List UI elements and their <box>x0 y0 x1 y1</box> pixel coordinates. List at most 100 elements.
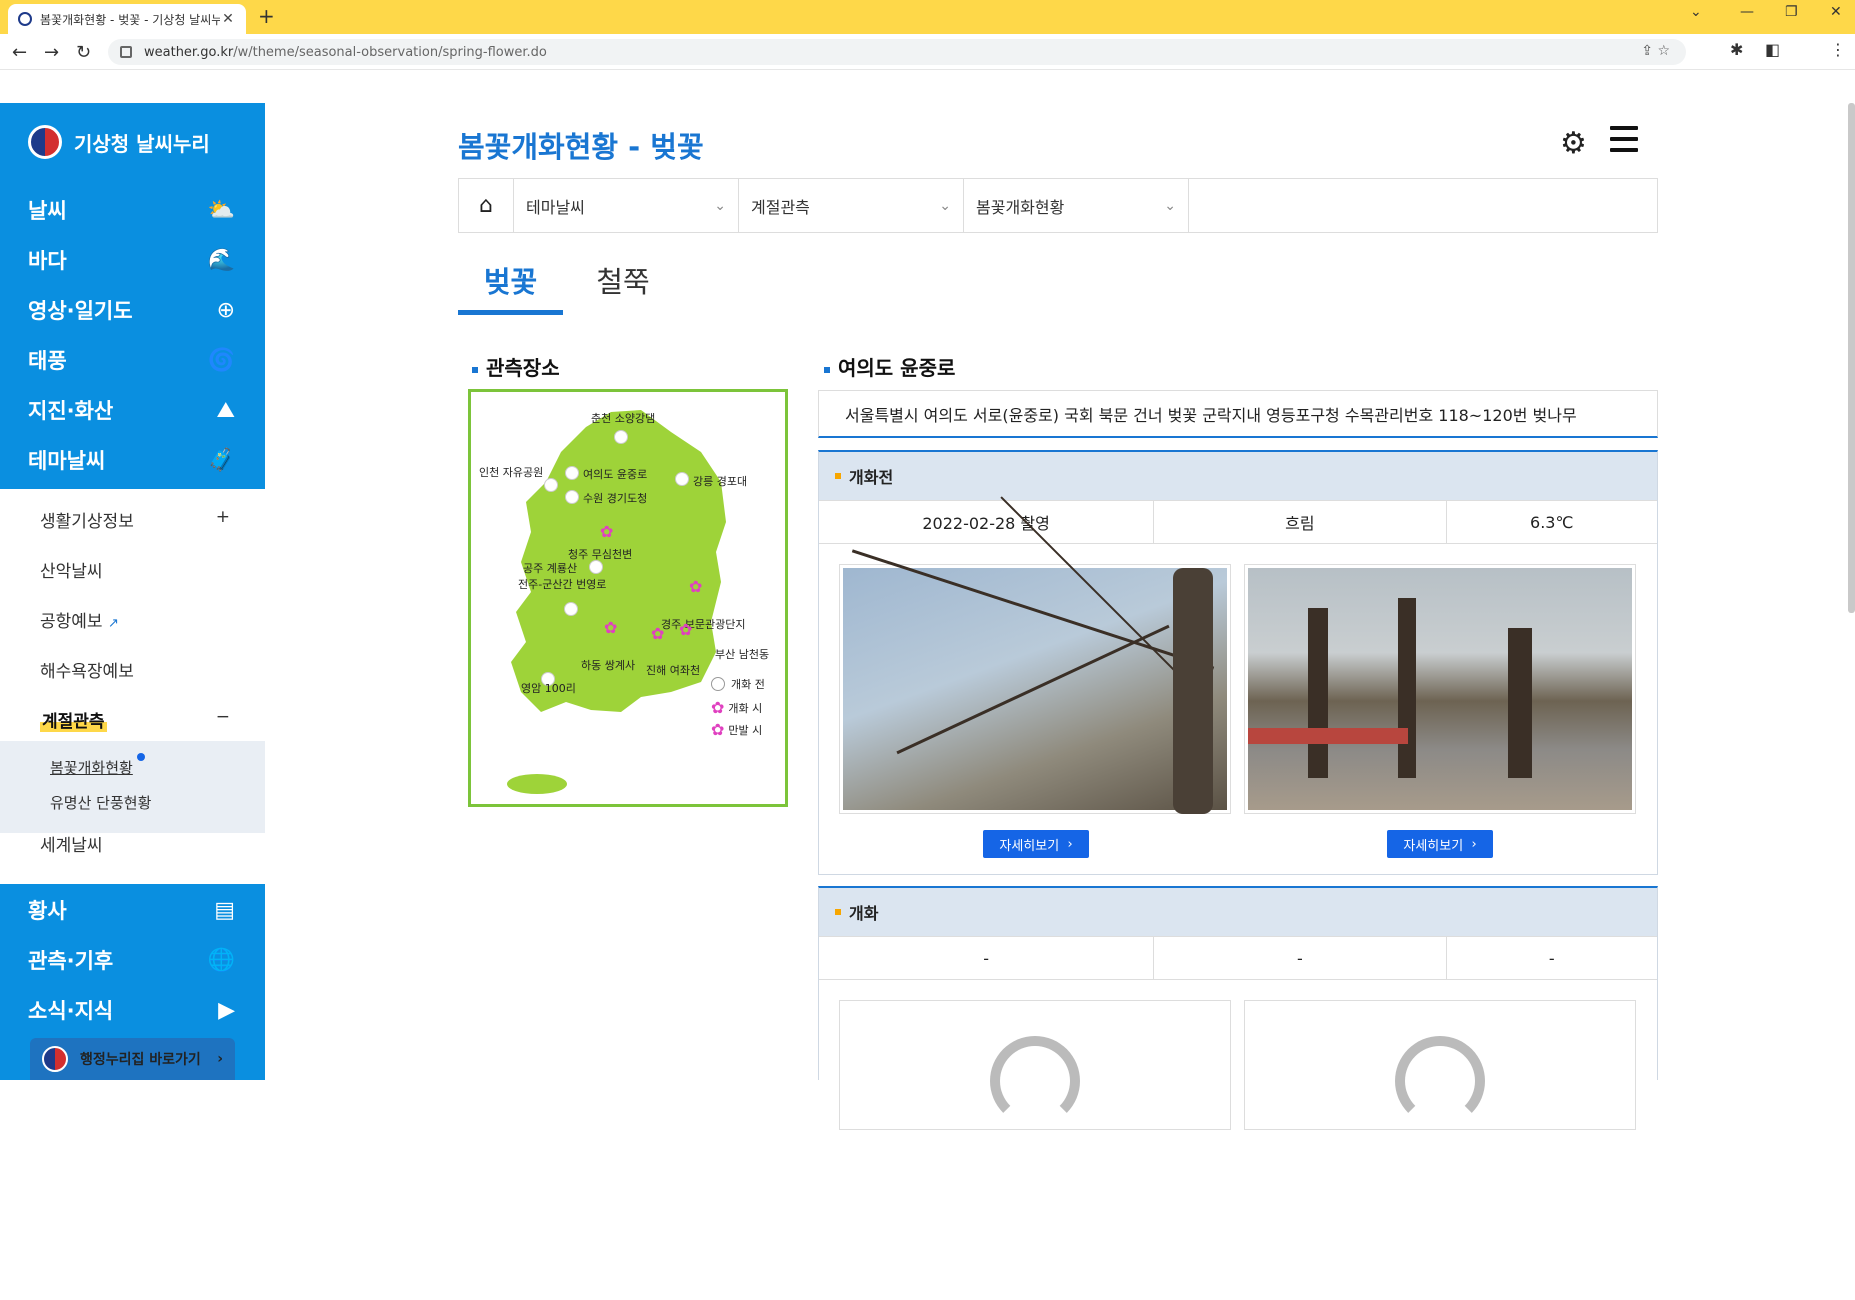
menu-label: 테마날씨 <box>28 449 106 473</box>
map-label-incheon[interactable]: 인천 자유공원 <box>479 464 543 480</box>
gear-icon[interactable]: ⚙ <box>1560 126 1587 161</box>
map-section-title: 관측장소 <box>472 352 560 381</box>
sub-label: 생활기상정보 <box>40 512 134 532</box>
sidebar-item-theme[interactable]: 테마날씨 🧳 <box>0 435 265 485</box>
forward-icon[interactable]: → <box>44 42 59 63</box>
map-label-cheongju[interactable]: 청주 무심천변 <box>568 546 632 562</box>
pin-flower-icon[interactable]: ✿ <box>679 620 692 639</box>
expand-icon[interactable]: + <box>216 507 230 532</box>
gov-link-label: 행정누리집 바로가기 <box>80 1052 201 1068</box>
map-label-yeongam[interactable]: 영암 100리 <box>521 680 576 696</box>
extensions-icon[interactable]: ✱ <box>1730 40 1743 59</box>
sidebar-item-earthquake[interactable]: 지진·화산 ⛰ <box>0 385 265 435</box>
reload-icon[interactable]: ↻ <box>76 42 91 63</box>
pin-flower-icon[interactable]: ✿ <box>604 618 617 637</box>
detail-button-label: 자세히보기 <box>1403 838 1464 854</box>
sub-item-mountain[interactable]: 산악날씨 <box>40 557 230 582</box>
bookmark-star-icon[interactable]: ⇪ ☆ <box>1641 43 1670 59</box>
map-label-hadong[interactable]: 하동 쌍계사 <box>581 657 635 673</box>
map-label-jinhae[interactable]: 진해 여좌천 <box>646 662 700 678</box>
sub-label: 해수욕장예보 <box>40 662 134 682</box>
map-label-suwon[interactable]: 수원 경기도청 <box>583 490 647 506</box>
map-label-gongju[interactable]: 공주 계룡산 <box>523 560 577 576</box>
sidebar-item-typhoon[interactable]: 태풍 🌀 <box>0 335 265 385</box>
legend-label: 만발 시 <box>728 723 763 737</box>
browser-tabbar: 봄꽃개화현황 - 벚꽃 - 기상청 날씨누리 ✕ + ⌄ — ❐ ✕ <box>0 0 1855 34</box>
page-scrollbar[interactable] <box>1848 103 1855 613</box>
pin-gangneung[interactable] <box>675 472 689 486</box>
menu-label: 소식·지식 <box>28 999 114 1023</box>
pin-flower-icon[interactable]: ✿ <box>651 624 664 643</box>
gov-link-button[interactable]: 행정누리집 바로가기 › <box>30 1038 235 1080</box>
legend-label: 개화 전 <box>731 678 765 691</box>
legend-before-icon <box>711 677 725 691</box>
map-label-busan[interactable]: 부산 남천동 <box>715 646 769 662</box>
pin-gongju[interactable] <box>589 560 603 574</box>
photo-placeholder-2 <box>1244 1000 1636 1130</box>
pin-yeouido[interactable] <box>565 466 579 480</box>
window-close-icon[interactable]: ✕ <box>1830 4 1842 20</box>
dust-icon: ▤ <box>214 897 235 923</box>
photo-2[interactable] <box>1244 564 1636 814</box>
pin-flower-icon[interactable]: ✿ <box>600 522 613 541</box>
chevron-down-icon: ⌄ <box>939 197 951 214</box>
site-logo[interactable]: 기상청 날씨누리 <box>28 125 210 159</box>
pin-suwon[interactable] <box>565 490 579 504</box>
sidebar-item-weather[interactable]: 날씨 ⛅ <box>0 185 265 235</box>
sidebar-item-sea[interactable]: 바다 🌊 <box>0 235 265 285</box>
subsub-item-foliage[interactable]: 유명산 단풍현황 <box>50 792 151 813</box>
legend-before: 개화 전 <box>711 676 765 692</box>
breadcrumb-label: 테마날씨 <box>526 197 585 217</box>
sidepanel-icon[interactable]: ◧ <box>1765 40 1780 59</box>
url-field[interactable]: weather.go.kr /w/theme/seasonal-observat… <box>108 39 1686 65</box>
sidebar-item-radar[interactable]: 영상·일기도 ⊕ <box>0 285 265 335</box>
browser-tab[interactable]: 봄꽃개화현황 - 벚꽃 - 기상청 날씨누리 ✕ <box>8 4 246 34</box>
sidebar-item-news[interactable]: 소식·지식 ▶ <box>0 985 265 1035</box>
detail-button-1[interactable]: 자세히보기 › <box>983 830 1089 858</box>
loading-icon <box>990 1036 1080 1126</box>
photo-1[interactable] <box>839 496 1231 814</box>
detail-button-2[interactable]: 자세히보기 › <box>1387 830 1493 858</box>
current-indicator-icon <box>137 753 145 761</box>
breadcrumb-flower[interactable]: 봄꽃개화현황 ⌄ <box>964 179 1189 232</box>
pin-flower-icon[interactable]: ✿ <box>689 577 702 596</box>
map-label-jeonju[interactable]: 전주-군산간 번영로 <box>518 576 606 592</box>
external-link-icon: ↗ <box>107 616 119 631</box>
sub-item-living[interactable]: 생활기상정보 + <box>40 507 230 532</box>
pin-incheon[interactable] <box>544 478 558 492</box>
home-icon[interactable]: ⌂ <box>459 179 514 232</box>
tab-search-icon[interactable]: ⌄ <box>1690 4 1702 20</box>
back-icon[interactable]: ← <box>12 42 27 63</box>
map-label-yeouido[interactable]: 여의도 윤중로 <box>583 466 647 482</box>
sub-item-world[interactable]: 세계날씨 <box>40 831 230 856</box>
pin-chuncheon[interactable] <box>614 430 628 444</box>
subsub-item-flower[interactable]: 봄꽃개화현황 <box>50 757 133 778</box>
sidebar-item-climate[interactable]: 관측·기후 🌐 <box>0 935 265 985</box>
tab-cherry[interactable]: 벚꽃 <box>458 255 563 315</box>
breadcrumb-theme[interactable]: 테마날씨 ⌄ <box>514 179 739 232</box>
breadcrumb-seasonal[interactable]: 계절관측 ⌄ <box>739 179 964 232</box>
map-label-gyeongju[interactable]: 경주 보문관광단지 <box>661 616 745 632</box>
collapse-icon[interactable]: − <box>216 707 230 732</box>
sub-item-seasonal[interactable]: 계절관측 − <box>40 707 230 732</box>
favicon-icon <box>18 12 32 26</box>
korea-map-shape <box>507 410 726 794</box>
close-icon[interactable]: ✕ <box>220 11 236 27</box>
minimize-icon[interactable]: — <box>1740 4 1754 20</box>
map-label-gangneung[interactable]: 강릉 경포대 <box>693 473 747 489</box>
menu-dots-icon[interactable]: ⋮ <box>1830 40 1846 59</box>
tab-azalea[interactable]: 철쭉 <box>573 255 673 315</box>
restore-icon[interactable]: ❐ <box>1785 4 1798 20</box>
sub-label: 산악날씨 <box>40 562 103 582</box>
pin-jeonju[interactable] <box>564 602 578 616</box>
sub-item-airport[interactable]: 공항예보 ↗ <box>40 607 230 632</box>
stage-bloom: 개화 - - - <box>818 886 1658 1130</box>
sub-item-beach[interactable]: 해수욕장예보 <box>40 657 230 682</box>
new-tab-button[interactable]: + <box>258 4 275 28</box>
map-label-chuncheon[interactable]: 춘천 소양강댐 <box>591 410 655 426</box>
stage-before-bloom: 개화전 2022-02-28 촬영 흐림 6.3℃ 자세히보기 › 자세히보기 … <box>818 450 1658 875</box>
tree-photo-2 <box>1248 568 1632 810</box>
sidebar-item-dust[interactable]: 황사 ▤ <box>0 885 265 935</box>
spot-section-title: 여의도 윤중로 <box>824 352 955 381</box>
hamburger-icon[interactable] <box>1610 126 1638 159</box>
